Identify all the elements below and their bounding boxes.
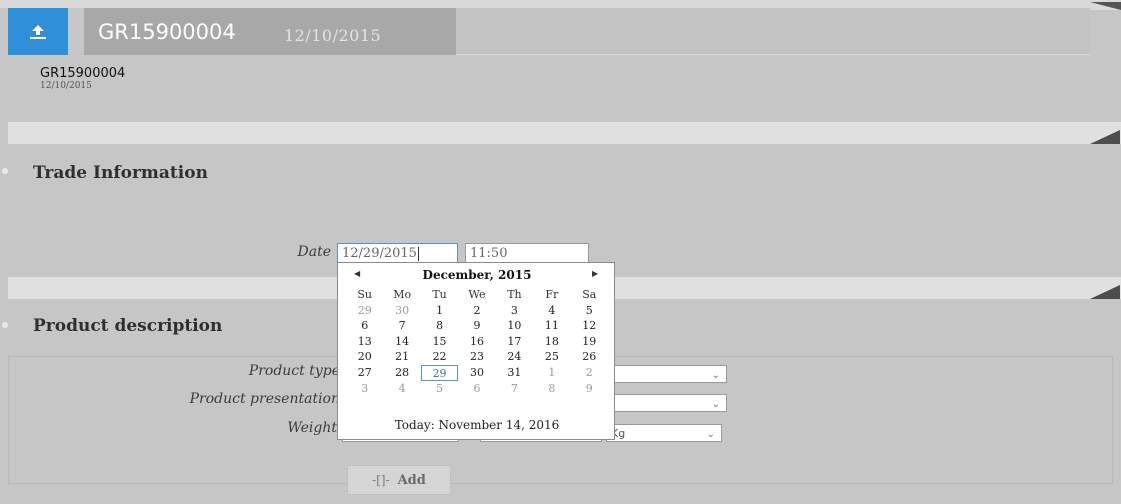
- calendar-day[interactable]: 1: [421, 303, 458, 319]
- calendar-day[interactable]: 3: [346, 381, 383, 397]
- calendar-day[interactable]: 5: [571, 303, 608, 319]
- add-button-label: Add: [397, 472, 426, 488]
- weekday-header: Tu: [432, 288, 447, 301]
- chevron-down-icon: ⌄: [711, 399, 720, 410]
- next-month-icon[interactable]: ▶: [592, 269, 598, 278]
- calendar-day[interactable]: 2: [571, 365, 608, 381]
- calendar-day[interactable]: 6: [346, 318, 383, 334]
- calendar-day[interactable]: 4: [533, 303, 570, 319]
- upload-icon: [30, 24, 46, 39]
- header-bar: [456, 8, 1090, 55]
- weekday-header: Th: [507, 288, 522, 301]
- calendar-day[interactable]: 26: [571, 349, 608, 365]
- calendar-day[interactable]: 3: [496, 303, 533, 319]
- product-presentation-select[interactable]: ⌄: [600, 394, 727, 412]
- weekday-header: Mo: [393, 288, 412, 301]
- calendar-day[interactable]: 10: [496, 318, 533, 334]
- document-title: GR15900004: [98, 20, 236, 44]
- upload-button[interactable]: [8, 8, 68, 55]
- calendar-day[interactable]: 4: [383, 381, 420, 397]
- section-marker-icon: [2, 168, 8, 174]
- weight-unit-select[interactable]: Kg ⌄: [606, 424, 722, 442]
- calendar-day[interactable]: 15: [421, 334, 458, 350]
- calendar-day[interactable]: 14: [383, 334, 420, 350]
- calendar-day-selected[interactable]: 29: [420, 364, 459, 381]
- section-marker-icon: [2, 322, 8, 328]
- calendar-day[interactable]: 27: [346, 365, 383, 381]
- date-picker-popup: ◀ December, 2015 ▶ Su Mo Tu We Th Fr Sa 29 30 1 2 3…: [337, 262, 615, 440]
- product-type-label: Product type: [248, 363, 340, 379]
- date-input-value: 12/29/2015: [342, 246, 417, 261]
- calendar-day[interactable]: 1: [533, 365, 570, 381]
- document-date: 12/10/2015: [284, 26, 382, 45]
- calendar-day[interactable]: 6: [458, 381, 495, 397]
- calendar-day[interactable]: 5: [421, 381, 458, 397]
- collapse-arrow-icon[interactable]: [1090, 285, 1120, 299]
- calendar-day[interactable]: 7: [383, 318, 420, 334]
- calendar-day[interactable]: 24: [496, 349, 533, 365]
- calendar-day[interactable]: 16: [458, 334, 495, 350]
- calendar-grid: Su Mo Tu We Th Fr Sa 29 30 1 2 3 4 5 6 7 8 9 10 11 12 13 14 15 1…: [346, 287, 608, 396]
- calendar-day[interactable]: 8: [533, 381, 570, 397]
- calendar-day[interactable]: 19: [571, 334, 608, 350]
- calendar-day[interactable]: 7: [496, 381, 533, 397]
- calendar-day[interactable]: 11: [533, 318, 570, 334]
- chevron-down-icon: ⌄: [706, 429, 715, 440]
- calendar-day[interactable]: 31: [496, 365, 533, 381]
- calendar-day[interactable]: 9: [571, 381, 608, 397]
- calendar-day[interactable]: 22: [421, 349, 458, 365]
- calendar-month-title: December, 2015: [422, 268, 532, 282]
- collapse-arrow-icon[interactable]: [1090, 130, 1120, 144]
- calendar-day[interactable]: 21: [383, 349, 420, 365]
- weekday-header: Fr: [545, 288, 559, 301]
- top-strip: [0, 0, 1121, 8]
- chevron-down-icon: ⌄: [711, 370, 720, 381]
- product-description-title: Product description: [33, 316, 223, 336]
- weight-label: Weight: [287, 420, 337, 436]
- calendar-header: ◀ December, 2015 ▶: [338, 268, 616, 284]
- product-presentation-label: Product presentation: [189, 391, 340, 407]
- calendar-day[interactable]: 17: [496, 334, 533, 350]
- weekday-header: Su: [357, 288, 373, 301]
- calendar-day[interactable]: 2: [458, 303, 495, 319]
- calendar-day[interactable]: 29: [346, 303, 383, 319]
- calendar-day[interactable]: 23: [458, 349, 495, 365]
- document-name: GR15900004: [40, 66, 126, 81]
- calendar-day[interactable]: 20: [346, 349, 383, 365]
- calendar-day[interactable]: 13: [346, 334, 383, 350]
- today-link[interactable]: Today: November 14, 2016: [338, 418, 616, 432]
- calendar-day[interactable]: 9: [458, 318, 495, 334]
- calendar-day[interactable]: 30: [458, 365, 495, 381]
- section-bar-trade: [8, 122, 1121, 144]
- time-input-value: 11:50: [470, 246, 508, 261]
- calendar-day[interactable]: 30: [383, 303, 420, 319]
- add-icon: -[]-: [372, 473, 390, 487]
- corner-arrow-icon: [1090, 2, 1121, 10]
- product-type-select[interactable]: ⌄: [600, 365, 727, 383]
- calendar-day[interactable]: 18: [533, 334, 570, 350]
- calendar-day[interactable]: 25: [533, 349, 570, 365]
- document-subdate: 12/10/2015: [40, 81, 92, 91]
- trade-information-title: Trade Information: [33, 163, 208, 183]
- calendar-day[interactable]: 28: [383, 365, 420, 381]
- text-caret: [417, 246, 419, 261]
- calendar-day[interactable]: 8: [421, 318, 458, 334]
- add-button[interactable]: -[]- Add: [347, 465, 451, 495]
- date-label: Date: [297, 244, 331, 260]
- calendar-day[interactable]: 12: [571, 318, 608, 334]
- weekday-header: We: [468, 288, 486, 301]
- weekday-header: Sa: [582, 288, 597, 301]
